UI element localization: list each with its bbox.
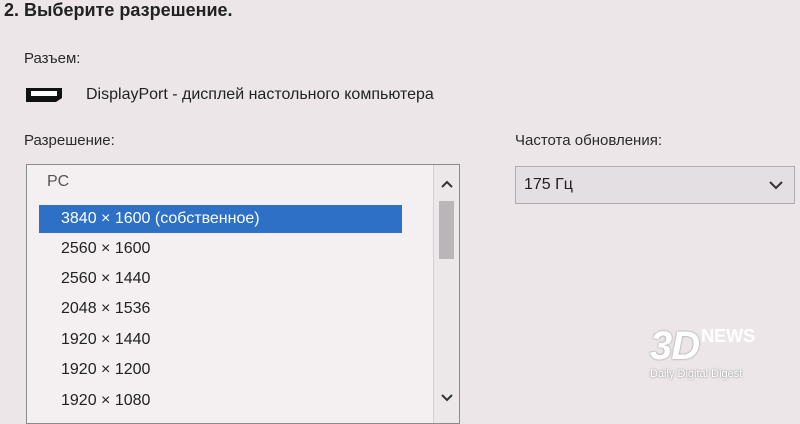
resolution-item-label: 3840 × 1600 (собственное) (61, 210, 260, 227)
resolution-item-1920x1440[interactable]: 1920 × 1440 (39, 326, 402, 354)
resolution-item-label: 1920 × 1440 (61, 331, 151, 348)
resolution-item-label: 2560 × 1600 (61, 240, 151, 257)
resolution-item-2560x1440[interactable]: 2560 × 1440 (39, 265, 402, 293)
scroll-up-icon[interactable] (434, 171, 459, 197)
refresh-rate-label: Частота обновления: (515, 132, 662, 149)
connector-label: Разъем: (24, 50, 81, 67)
resolution-item-label: 1920 × 1080 (61, 392, 151, 409)
watermark-news: NEWS (701, 326, 756, 346)
watermark-tagline: Daily Digital Digest (650, 368, 743, 380)
resolution-listbox[interactable]: PC 3840 × 1600 (собственное) 2560 × 1600… (26, 164, 460, 424)
scroll-thumb[interactable] (439, 201, 454, 259)
displayport-icon (24, 86, 64, 104)
resolution-item-1920x1080[interactable]: 1920 × 1080 (39, 387, 402, 415)
resolution-item-label: 2560 × 1440 (61, 270, 151, 287)
resolution-item-2560x1600[interactable]: 2560 × 1600 (39, 235, 402, 263)
refresh-rate-select[interactable]: 175 Гц (515, 166, 795, 204)
chevron-down-icon (768, 178, 784, 192)
connector-row: DisplayPort - дисплей настольного компью… (24, 84, 434, 106)
step-title: 2. Выберите разрешение. (4, 0, 233, 20)
refresh-rate-value: 175 Гц (524, 176, 573, 193)
watermark-logo: 3D NEWS Daily Digital Digest (650, 326, 792, 396)
resolution-item-3840x1600[interactable]: 3840 × 1600 (собственное) (39, 205, 402, 233)
resolution-label: Разрешение: (24, 132, 115, 149)
watermark-3d: 3D (650, 324, 700, 368)
listbox-scrollbar[interactable] (433, 165, 459, 423)
resolution-item-label: 2048 × 1536 (61, 300, 151, 317)
list-group-header: PC (47, 173, 70, 190)
resolution-item-label: 1920 × 1200 (61, 361, 151, 378)
resolution-item-2048x1536[interactable]: 2048 × 1536 (39, 295, 402, 323)
resolution-item-1920x1200[interactable]: 1920 × 1200 (39, 356, 402, 384)
connector-value: DisplayPort - дисплей настольного компью… (86, 86, 434, 103)
scroll-down-icon[interactable] (434, 385, 459, 411)
